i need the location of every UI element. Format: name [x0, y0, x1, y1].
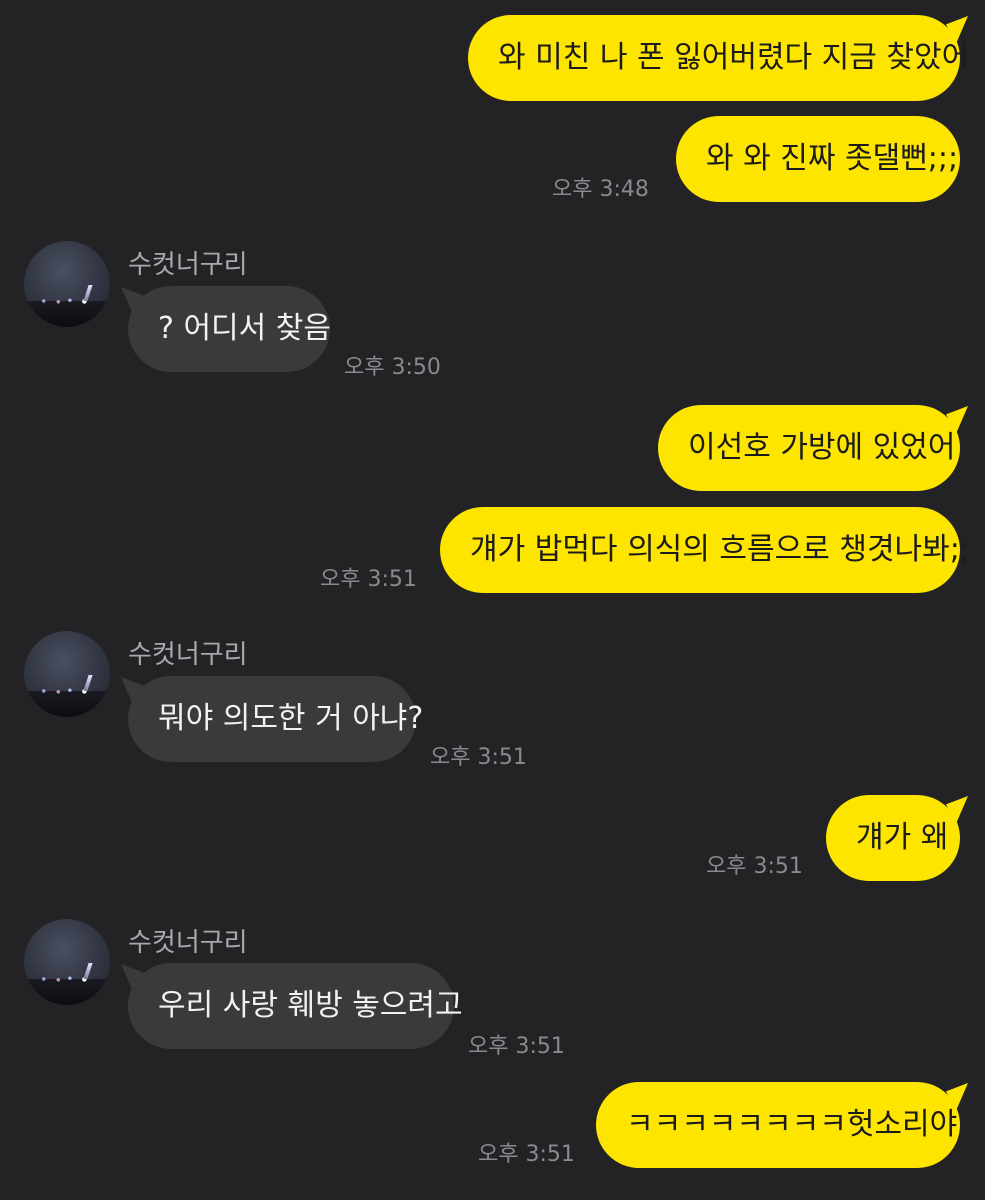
- message-bubble-received[interactable]: 뭐야 의도한 거 아냐?: [128, 676, 423, 762]
- message-bubble-sent[interactable]: 와 미친 나 폰 잃어버렸다 지금 찾았어: [468, 15, 969, 101]
- sender-name: 수컷너구리: [128, 640, 248, 670]
- message-bubble-sent[interactable]: 걔가 왜: [826, 795, 960, 881]
- message-timestamp: 오후 3:51: [430, 745, 527, 770]
- message-timestamp: 오후 3:51: [706, 854, 803, 879]
- avatar[interactable]: [24, 631, 110, 717]
- message-bubble-sent[interactable]: ㅋㅋㅋㅋㅋㅋㅋㅋ헛소리야: [596, 1082, 960, 1168]
- message-timestamp: 오후 3:51: [478, 1142, 575, 1167]
- message-bubble-received[interactable]: ? 어디서 찾음: [128, 286, 331, 372]
- message-timestamp: 오후 3:48: [552, 177, 649, 202]
- message-timestamp: 오후 3:51: [320, 567, 417, 592]
- avatar[interactable]: [24, 919, 110, 1005]
- sender-name: 수컷너구리: [128, 928, 248, 958]
- message-timestamp: 오후 3:51: [468, 1034, 565, 1059]
- message-timestamp: 오후 3:50: [344, 355, 441, 380]
- message-bubble-sent[interactable]: 이선호 가방에 있었어: [658, 405, 960, 491]
- message-bubble-sent[interactable]: 걔가 밥먹다 의식의 흐름으로 챙겻나봐;;: [440, 507, 970, 593]
- message-bubble-sent[interactable]: 와 와 진짜 좃댈뻔;;;: [676, 116, 960, 202]
- message-bubble-received[interactable]: 우리 사랑 훼방 놓으려고: [128, 963, 463, 1049]
- avatar[interactable]: [24, 241, 110, 327]
- sender-name: 수컷너구리: [128, 250, 248, 280]
